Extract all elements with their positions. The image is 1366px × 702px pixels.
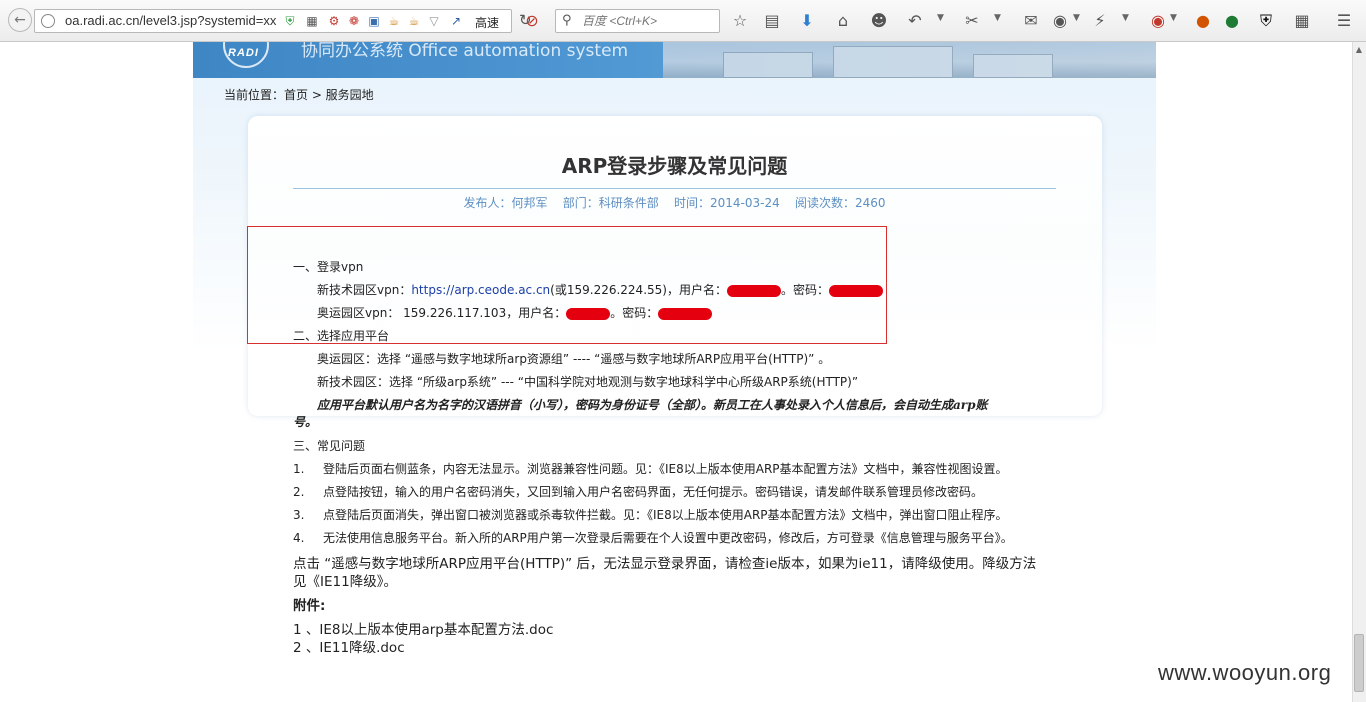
weibo-icon[interactable]: ◉ <box>1148 11 1168 31</box>
breadcrumb[interactable]: 当前位置：首页 > 服务园地 <box>224 86 374 103</box>
bookmark-star-icon[interactable]: ☆ <box>730 11 750 31</box>
default-credentials-note-cont: 号。 <box>293 415 318 429</box>
translate-icon[interactable]: ⚙ <box>327 14 341 28</box>
redacted-username-2 <box>566 307 611 320</box>
scroll-up-arrow-icon[interactable]: ▲ <box>1352 42 1366 58</box>
faq-number: 1. <box>293 462 305 476</box>
security-shield-icon[interactable]: ⛨ <box>1256 11 1276 31</box>
block-icon[interactable]: ⊘ <box>522 11 542 31</box>
lightning-icon[interactable]: ⚡ <box>1090 11 1110 31</box>
vpn-link[interactable]: https://arp.ceode.ac.cn <box>411 283 550 297</box>
download-icon[interactable]: ⬇ <box>797 11 817 31</box>
attachment-link[interactable]: 2 、IE11降级.doc <box>293 636 405 656</box>
weibo-dropdown-icon[interactable]: ▼ <box>1170 13 1177 23</box>
adblock-icon[interactable]: ❁ <box>347 14 361 28</box>
vpn-line-olympic-park: 奥运园区vpn： 159.226.117.103，用户名： 。密码： <box>317 304 713 321</box>
scrollbar-thumb[interactable] <box>1354 634 1364 692</box>
watermark: www.wooyun.org <box>1158 660 1332 685</box>
section-heading-platform: 二、选择应用平台 <box>293 329 390 343</box>
faq-item: 4. 无法使用信息服务平台。新入所的ARP用户第一次登录后需要在个人设置中更改密码… <box>293 529 1013 546</box>
speed-mode-label[interactable]: 高速 <box>475 14 499 31</box>
vpn1-suffix: (或159.226.224.55)，用户名： <box>550 283 727 297</box>
java-icon-2[interactable]: ☕ <box>407 14 421 28</box>
addon-green-icon[interactable]: ● <box>1222 11 1242 31</box>
faq-text: 无法使用信息服务平台。新入所的ARP用户第一次登录后需要在个人设置中更改密码，修… <box>323 531 1013 545</box>
undo-dropdown-icon[interactable]: ▼ <box>937 13 944 23</box>
redacted-password <box>828 284 883 297</box>
faq-item: 1. 登陆后页面右侧蓝条，内容无法显示。浏览器兼容性问题。见：《IE8以上版本使用… <box>293 460 1008 477</box>
site-logo[interactable]: RADI <box>228 47 259 59</box>
section-heading-vpn: 一、登录vpn <box>293 260 364 274</box>
qrcode-icon[interactable]: ▦ <box>305 14 319 28</box>
redacted-username <box>726 284 781 297</box>
faq-number: 4. <box>293 531 305 545</box>
attachments-heading: 附件: <box>293 598 326 614</box>
speed-mode-icon[interactable]: ↗ <box>449 14 463 28</box>
faq-item: 3. 点登陆后页面消失，弹出窗口被浏览器或杀毒软件拦截。见：《IE8以上版本使用A… <box>293 506 1008 523</box>
site-identity-icon[interactable] <box>41 14 55 28</box>
vpn2-prefix: 奥运园区vpn： 159.226.117.103，用户名： <box>317 306 567 320</box>
extension-globe-icon[interactable]: ◉ <box>1050 11 1070 31</box>
vpn-line-new-tech-park: 新技术园区vpn：https://arp.ceode.ac.cn(或159.22… <box>317 281 883 298</box>
password-label: 。密码： <box>780 283 829 297</box>
address-bar[interactable]: oa.radi.ac.cn/level3.jsp?systemid=xx ⛨ ▦… <box>34 9 532 33</box>
lightning-dropdown-icon[interactable]: ▼ <box>1122 13 1129 23</box>
extension-dropdown-icon[interactable]: ▼ <box>1073 13 1080 23</box>
default-credentials-note: 应用平台默认用户名为名字的汉语拼音（小写），密码为身份证号（全部）。新员工在人事… <box>317 398 988 412</box>
comment-icon[interactable]: ✉ <box>1021 11 1041 31</box>
faq-item: 2. 点登陆按钮，输入的用户名密码消失，又回到输入用户名密码界面，无任何提示。密码… <box>293 483 983 500</box>
site-title: 协同办公系统 Office automation system <box>301 42 629 61</box>
home-icon[interactable]: ⌂ <box>833 11 853 31</box>
section-heading-faq: 三、常见问题 <box>293 439 366 453</box>
dropdown-arrow-icon[interactable]: ▽ <box>427 14 441 28</box>
banner-building-image <box>663 42 1156 78</box>
faq-text: 点登陆按钮，输入的用户名密码消失，又回到输入用户名密码界面，无任何提示。密码错误… <box>323 485 984 499</box>
site-banner: RADI 协同办公系统 Office automation system <box>193 42 1156 78</box>
undo-icon[interactable]: ↶ <box>905 11 925 31</box>
chat-bubble-icon[interactable]: ☻ <box>869 11 889 31</box>
search-bar[interactable]: ⚲ <box>555 9 720 33</box>
back-button[interactable]: ← <box>8 8 32 32</box>
redacted-password-2 <box>658 307 713 320</box>
ie11-note-cont: 见《IE11降级》。 <box>293 574 397 590</box>
vertical-scrollbar[interactable] <box>1352 42 1366 702</box>
screenshot-icon[interactable]: ▣ <box>367 14 381 28</box>
bookmarks-list-icon[interactable]: ▤ <box>762 11 782 31</box>
browser-toolbar: ← oa.radi.ac.cn/level3.jsp?systemid=xx ⛨… <box>0 0 1366 42</box>
addon-orange-icon[interactable]: ● <box>1193 11 1213 31</box>
faq-text: 点登陆后页面消失，弹出窗口被浏览器或杀毒软件拦截。见：《IE8以上版本使用ARP… <box>323 508 1008 522</box>
faq-number: 2. <box>293 485 305 499</box>
search-input[interactable] <box>582 12 716 30</box>
faq-number: 3. <box>293 508 305 522</box>
password-label-2: 。密码： <box>610 306 659 320</box>
vpn1-prefix: 新技术园区vpn： <box>317 283 412 297</box>
faq-text: 登陆后页面右侧蓝条，内容无法显示。浏览器兼容性问题。见：《IE8以上版本使用AR… <box>323 462 1008 476</box>
crop-icon[interactable]: ✂ <box>962 11 982 31</box>
menu-icon[interactable]: ☰ <box>1334 11 1354 31</box>
search-icon: ⚲ <box>562 13 572 28</box>
attachment-link[interactable]: 1 、IE8以上版本使用arp基本配置方法.doc <box>293 618 553 638</box>
shield-icon[interactable]: ⛨ <box>283 14 297 28</box>
url-text[interactable]: oa.radi.ac.cn/level3.jsp?systemid=xx <box>65 13 311 28</box>
article-meta: 发布人：何邦军 部门：科研条件部 时间：2014-03-24 阅读次数：2460 <box>463 196 886 210</box>
grid-app-icon[interactable]: ▦ <box>1292 11 1312 31</box>
platform-olympic-park: 奥运园区：选择 “遥感与数字地球所arp资源组” ---- “遥感与数字地球所A… <box>317 352 831 366</box>
ie11-note: 点击 “遥感与数字地球所ARP应用平台(HTTP)” 后，无法显示登录界面，请检… <box>293 556 1037 572</box>
title-divider <box>293 188 1056 189</box>
crop-dropdown-icon[interactable]: ▼ <box>994 13 1001 23</box>
article-title: ARP登录步骤及常见问题 <box>561 154 788 178</box>
java-icon[interactable]: ☕ <box>387 14 401 28</box>
platform-new-tech-park: 新技术园区：选择 “所级arp系统” --- “中国科学院对地观测与数字地球科学… <box>317 375 859 389</box>
